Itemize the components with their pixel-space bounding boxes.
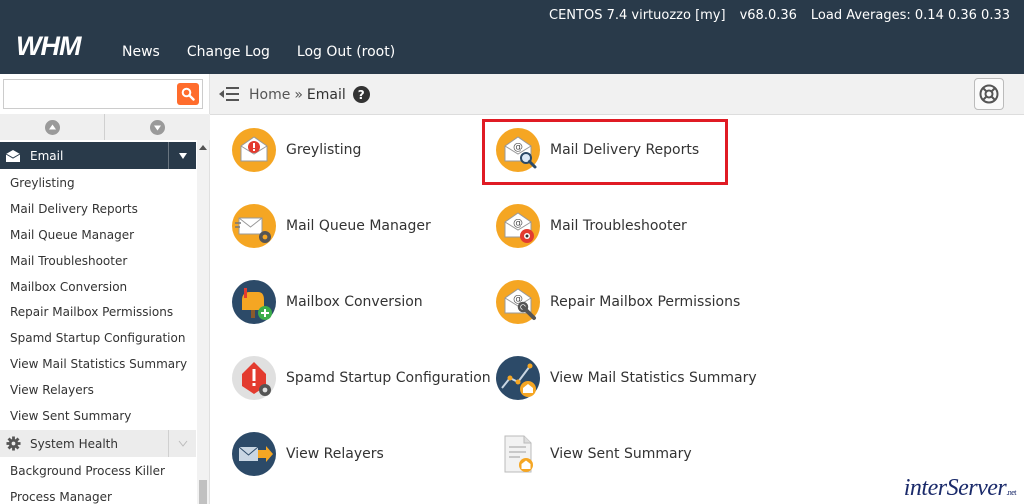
email-item-list: Greylisting Mail Delivery Reports Mail Q…	[0, 170, 196, 429]
tool-view-relayers[interactable]: View Relayers	[232, 430, 384, 478]
tool-view-mail-statistics-summary[interactable]: View Mail Statistics Summary	[496, 354, 757, 402]
tool-label: Repair Mailbox Permissions	[550, 294, 741, 310]
scrollbar-thumb[interactable]	[199, 480, 207, 504]
tool-mail-troubleshooter[interactable]: @ Mail Troubleshooter	[496, 202, 687, 250]
caret-down-icon	[178, 152, 187, 159]
tool-label: Greylisting	[286, 142, 362, 158]
sidebar-item-background-process-killer[interactable]: Background Process Killer	[0, 457, 196, 483]
help-icon[interactable]: ?	[352, 86, 370, 103]
collapse-toggle[interactable]	[168, 142, 196, 169]
breadcrumb-bar: Home » Email ?	[210, 74, 1024, 115]
expand-toggle[interactable]	[168, 430, 196, 457]
spamd-startup-configuration-icon	[232, 356, 276, 400]
top-nav: News Change Log Log Out (root)	[122, 44, 422, 60]
sidebar-scroll-controls	[0, 114, 210, 140]
sidebar-item-spamd-startup-configuration[interactable]: Spamd Startup Configuration	[0, 325, 196, 351]
view-relayers-icon	[232, 432, 276, 476]
svg-text:@: @	[513, 218, 523, 229]
search-button[interactable]	[177, 83, 199, 105]
logout-link[interactable]: Log Out (root)	[297, 44, 395, 60]
tool-label: View Relayers	[286, 446, 384, 462]
tool-mail-queue-manager[interactable]: Mail Queue Manager	[232, 202, 431, 250]
sidebar-item-greylisting[interactable]: Greylisting	[0, 170, 196, 196]
view-sent-summary-icon	[504, 435, 533, 473]
scroll-up-arrow[interactable]	[199, 145, 207, 150]
change-log-link[interactable]: Change Log	[187, 44, 270, 60]
breadcrumb-separator: »	[294, 86, 303, 103]
watermark-text: interServer	[903, 475, 1007, 501]
sidebar: Email Greylisting Mail Delivery Reports …	[0, 74, 210, 504]
sidebar-item-view-sent-summary[interactable]: View Sent Summary	[0, 403, 196, 429]
email-tools-grid: Greylisting @ Mail Delivery Reports Mail…	[210, 116, 1024, 504]
sidebar-collapse-icon[interactable]	[218, 84, 240, 104]
mailbox-conversion-icon	[232, 280, 276, 324]
sidebar-scrollbar[interactable]	[197, 140, 209, 504]
tool-mailbox-conversion[interactable]: Mailbox Conversion	[232, 278, 423, 326]
search-box	[3, 79, 203, 109]
arrow-down-icon	[150, 119, 165, 135]
load-averages: Load Averages: 0.14 0.36 0.33	[810, 8, 1010, 23]
category-label: Email	[30, 148, 64, 163]
search-icon	[181, 87, 195, 101]
category-label: System Health	[30, 436, 118, 451]
sidebar-item-repair-mailbox-permissions[interactable]: Repair Mailbox Permissions	[0, 299, 196, 325]
envelope-icon	[5, 148, 21, 164]
tool-label: View Sent Summary	[550, 446, 692, 462]
arrow-up-icon	[44, 119, 60, 135]
gear-icon	[5, 436, 21, 452]
sidebar-item-view-mail-statistics-summary[interactable]: View Mail Statistics Summary	[0, 351, 196, 377]
system-health-item-list: Background Process Killer Process Manage…	[0, 457, 196, 504]
sidebar-category-system-health[interactable]: System Health	[0, 430, 196, 457]
interserver-watermark: interServer.net	[903, 475, 1017, 502]
svg-text:WHM: WHM	[16, 31, 82, 61]
whm-logo[interactable]: WHM	[14, 31, 112, 61]
tool-label: View Mail Statistics Summary	[550, 370, 757, 386]
whm-app: WHM News Change Log Log Out (root) CENTO…	[0, 0, 1024, 504]
sidebar-item-mail-queue-manager[interactable]: Mail Queue Manager	[0, 222, 196, 248]
mail-queue-manager-icon	[232, 204, 276, 248]
tool-spamd-startup-configuration[interactable]: Spamd Startup Configuration	[232, 354, 491, 402]
tool-repair-mailbox-permissions[interactable]: @ Repair Mailbox Permissions	[496, 278, 740, 326]
view-mail-statistics-summary-icon	[496, 356, 540, 400]
breadcrumb: Home » Email ?	[249, 86, 370, 103]
greylisting-icon	[232, 128, 276, 172]
repair-mailbox-permissions-icon: @	[496, 280, 540, 324]
sidebar-item-process-manager[interactable]: Process Manager	[0, 483, 196, 504]
watermark-suffix: .net	[1006, 488, 1016, 497]
search-input[interactable]	[4, 80, 176, 108]
top-bar: WHM News Change Log Log Out (root) CENTO…	[0, 0, 1024, 74]
system-info: CENTOS 7.4 virtuozzo [my] v68.0.36 Load …	[535, 8, 1010, 23]
scroll-down-button[interactable]	[105, 114, 210, 140]
tool-label: Mail Queue Manager	[286, 218, 431, 234]
tool-label: Mail Troubleshooter	[550, 218, 687, 234]
sidebar-item-mail-delivery-reports[interactable]: Mail Delivery Reports	[0, 196, 196, 222]
highlight-box	[482, 119, 728, 185]
sidebar-category-email[interactable]: Email	[0, 142, 196, 169]
page-title: Email	[306, 86, 346, 103]
news-link[interactable]: News	[122, 44, 160, 60]
scroll-up-button[interactable]	[0, 114, 105, 140]
tool-greylisting[interactable]: Greylisting	[232, 126, 361, 174]
sidebar-item-mail-troubleshooter[interactable]: Mail Troubleshooter	[0, 248, 196, 274]
sidebar-item-mailbox-conversion[interactable]: Mailbox Conversion	[0, 274, 196, 300]
tool-label: Spamd Startup Configuration	[286, 370, 491, 386]
sidebar-item-view-relayers[interactable]: View Relayers	[0, 377, 196, 403]
tool-view-sent-summary[interactable]: View Sent Summary	[496, 430, 692, 478]
tool-label: Mailbox Conversion	[286, 294, 423, 310]
version-label: v68.0.36	[739, 8, 797, 23]
mail-troubleshooter-icon: @	[496, 204, 540, 248]
support-button[interactable]	[974, 78, 1004, 110]
chevron-down-icon	[178, 440, 187, 447]
server-name: CENTOS 7.4 virtuozzo [my]	[549, 8, 726, 23]
lifebuoy-icon	[979, 84, 999, 104]
breadcrumb-home-link[interactable]: Home	[249, 87, 290, 103]
